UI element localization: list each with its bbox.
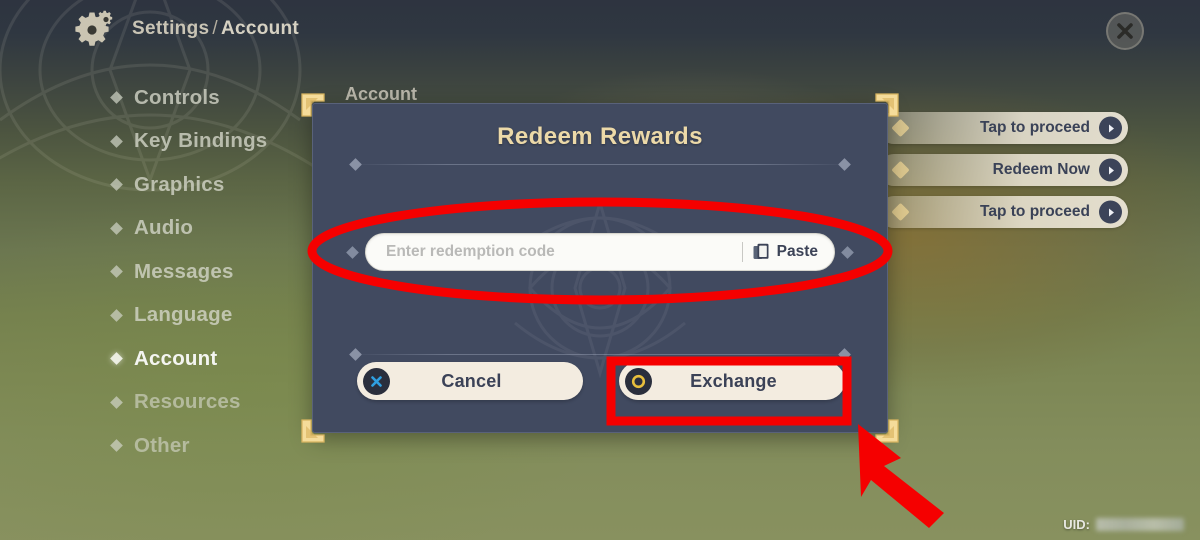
bullet-diamond-icon — [110, 308, 123, 322]
sidebar-item-audio[interactable]: Audio — [110, 207, 342, 251]
sidebar-item-graphics[interactable]: Graphics — [110, 163, 342, 207]
sidebar-item-key-bindings[interactable]: Key Bindings — [110, 120, 342, 164]
sidebar-item-resources[interactable]: Resources — [110, 381, 342, 425]
uid-value-redacted — [1096, 518, 1184, 531]
sidebar-item-label: Controls — [134, 85, 220, 109]
gear-icon — [75, 10, 113, 46]
sidebar-item-language[interactable]: Language — [110, 294, 342, 338]
sidebar-item-account[interactable]: Account — [110, 337, 342, 381]
account-row-label: Tap to proceed — [980, 203, 1090, 220]
divider-gem-icon — [838, 158, 851, 171]
input-gem-left-icon — [345, 245, 360, 260]
sparkle-icon — [891, 118, 910, 138]
account-action-list: Tap to proceed Redeem Now Tap to proceed — [878, 112, 1128, 238]
bullet-diamond-icon — [110, 439, 123, 453]
settings-sidebar: Controls Key Bindings Graphics Audio Mes… — [110, 76, 342, 468]
section-title: Account — [345, 84, 417, 104]
account-row-label: Redeem Now — [992, 161, 1090, 178]
uid-row: UID: — [1063, 517, 1184, 532]
bullet-diamond-icon — [110, 134, 123, 148]
breadcrumb: Settings / Account — [132, 18, 299, 40]
top-bar: Settings / Account — [0, 0, 1200, 62]
divider-bottom — [349, 347, 851, 361]
sidebar-item-label: Graphics — [134, 172, 225, 196]
account-row-button-1[interactable]: Tap to proceed — [878, 112, 1128, 144]
sidebar-item-label: Account — [134, 346, 218, 370]
input-gem-right-icon — [840, 245, 855, 260]
divider-gem-icon — [838, 348, 851, 361]
sidebar-item-label: Audio — [134, 216, 194, 240]
redemption-code-field[interactable]: Paste — [365, 233, 835, 271]
chevron-right-circle-icon — [1099, 116, 1122, 140]
paste-divider — [741, 242, 743, 262]
divider-gem-icon — [349, 348, 362, 361]
dialog-title: Redeem Rewards — [497, 123, 703, 150]
breadcrumb-root[interactable]: Settings — [132, 18, 209, 39]
sidebar-item-label: Messages — [134, 259, 234, 283]
bullet-diamond-icon — [110, 91, 123, 105]
cancel-button[interactable]: Cancel — [357, 362, 583, 400]
exchange-button-label: Exchange — [690, 370, 777, 391]
cancel-button-label: Cancel — [441, 370, 502, 391]
sidebar-item-label: Language — [134, 303, 233, 327]
sidebar-item-controls[interactable]: Controls — [110, 76, 342, 120]
bullet-diamond-icon — [110, 265, 123, 279]
account-row-button-2[interactable]: Redeem Now — [878, 154, 1128, 186]
sidebar-item-label: Key Bindings — [134, 129, 268, 153]
clipboard-paste-icon — [753, 243, 769, 259]
chevron-right-circle-icon — [1099, 200, 1122, 224]
redemption-code-input[interactable] — [386, 234, 738, 270]
exchange-button[interactable]: Exchange — [619, 362, 845, 400]
divider-line — [362, 163, 838, 165]
sidebar-item-label: Other — [134, 433, 190, 457]
paste-button[interactable]: Paste — [753, 243, 828, 262]
sidebar-item-label: Resources — [134, 390, 241, 414]
sparkle-icon — [891, 160, 910, 180]
redemption-code-row: Paste — [345, 232, 855, 272]
breadcrumb-separator: / — [212, 18, 218, 39]
bullet-diamond-icon — [110, 178, 123, 192]
gold-ring-icon — [625, 367, 652, 395]
uid-label: UID: — [1063, 517, 1090, 532]
sidebar-item-messages[interactable]: Messages — [110, 250, 342, 294]
divider-line — [362, 353, 838, 355]
bullet-diamond-icon — [110, 395, 123, 409]
divider-top — [349, 157, 851, 171]
account-row-label: Tap to proceed — [980, 119, 1090, 136]
close-button[interactable] — [1106, 12, 1144, 50]
divider-gem-icon — [349, 158, 362, 171]
bullet-diamond-icon — [110, 352, 123, 366]
bullet-diamond-icon — [110, 221, 123, 235]
close-x-circle-icon — [363, 367, 390, 395]
paste-button-label: Paste — [776, 243, 818, 260]
sidebar-item-other[interactable]: Other — [110, 424, 342, 468]
account-row-button-3[interactable]: Tap to proceed — [878, 196, 1128, 228]
close-x-icon — [1117, 23, 1133, 39]
sparkle-icon — [891, 202, 910, 222]
breadcrumb-current: Account — [220, 18, 300, 39]
chevron-right-circle-icon — [1099, 158, 1122, 182]
